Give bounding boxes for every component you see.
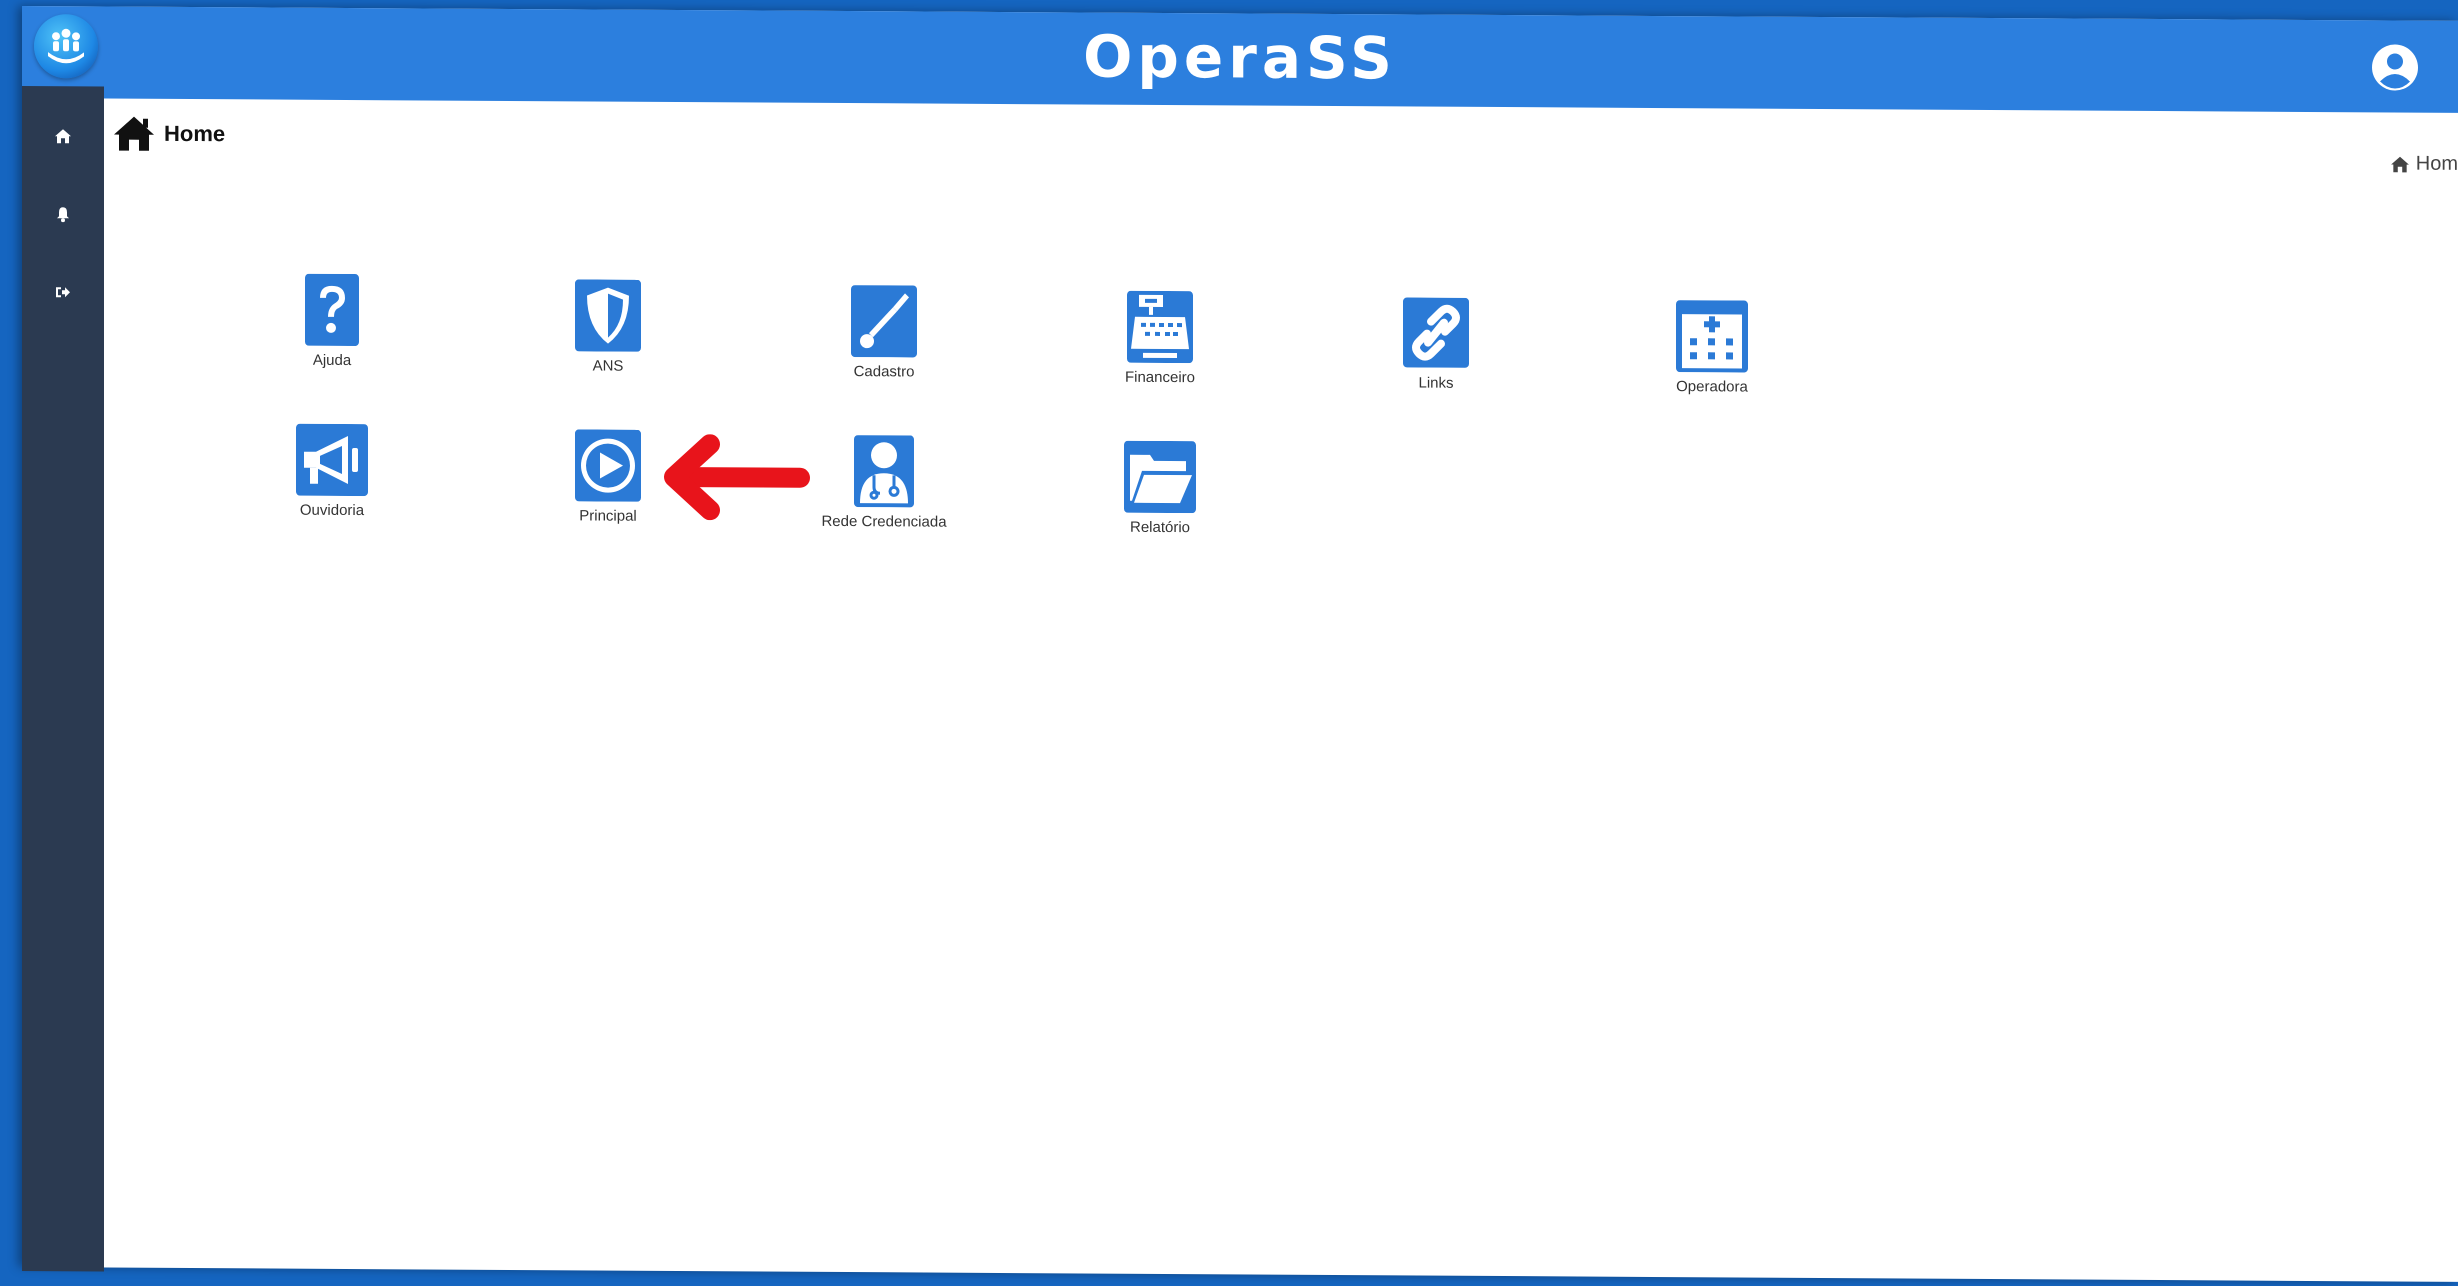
- app-title: OperaSS: [1083, 22, 1397, 93]
- tile-label: Links: [1418, 374, 1454, 392]
- question-icon: [296, 273, 368, 347]
- tile-label: Cadastro: [853, 363, 915, 381]
- tile-cadastro[interactable]: Cadastro: [784, 285, 984, 381]
- tile-label: ANS: [592, 357, 624, 375]
- bell-icon: [57, 207, 69, 223]
- sidebar-item-logout[interactable]: [22, 264, 104, 321]
- tile-links[interactable]: Links: [1336, 296, 1536, 392]
- red-arrow-left-icon: [664, 434, 810, 521]
- tile-operadora[interactable]: Operadora: [1612, 300, 1812, 396]
- tile-financeiro[interactable]: Financeiro: [1060, 290, 1260, 386]
- home-icon: [2390, 156, 2409, 172]
- cash-register-icon: [1124, 290, 1196, 364]
- user-circle-icon[interactable]: [2370, 42, 2420, 92]
- tile-label: Rede Credenciada: [821, 512, 947, 531]
- megaphone-icon: [296, 423, 368, 497]
- tile-ajuda[interactable]: Ajuda: [232, 273, 432, 369]
- breadcrumb-label: Hom: [2415, 152, 2458, 175]
- sidebar-item-notifications[interactable]: [22, 186, 104, 243]
- top-bar: OperaSS: [22, 6, 2458, 113]
- screwdriver-wrench-icon: [848, 285, 920, 358]
- breadcrumb[interactable]: Hom: [2390, 152, 2458, 175]
- page-title: Home: [112, 115, 225, 154]
- sign-out-icon: [56, 287, 70, 298]
- home-icon: [114, 116, 154, 151]
- home-icon: [55, 129, 71, 144]
- folder-open-icon: [1124, 440, 1196, 514]
- tile-label: Relatório: [1129, 518, 1191, 537]
- tile-relatorio[interactable]: Relatório: [1060, 440, 1260, 536]
- tile-label: Financeiro: [1124, 368, 1196, 387]
- tile-label: Ouvidoria: [299, 501, 365, 520]
- play-circle-icon: [572, 429, 644, 502]
- sidebar-item-home[interactable]: [22, 108, 104, 165]
- link-icon: [1400, 296, 1472, 368]
- tile-ans[interactable]: ANS: [508, 279, 708, 375]
- page-title-text: Home: [164, 120, 226, 147]
- tile-label: Operadora: [1676, 378, 1748, 396]
- tile-ouvidoria[interactable]: Ouvidoria: [232, 423, 432, 519]
- sidebar: [22, 86, 104, 1272]
- shield-icon: [572, 279, 644, 352]
- hospital-icon: [1676, 300, 1748, 373]
- tile-label: Ajuda: [312, 351, 352, 370]
- tile-rede-credenciada[interactable]: Rede Credenciada: [784, 435, 984, 531]
- doctor-icon: [848, 435, 920, 508]
- app-window: OperaSS Home Hom Ajuda ANS Cadastro Fina…: [22, 6, 2458, 1282]
